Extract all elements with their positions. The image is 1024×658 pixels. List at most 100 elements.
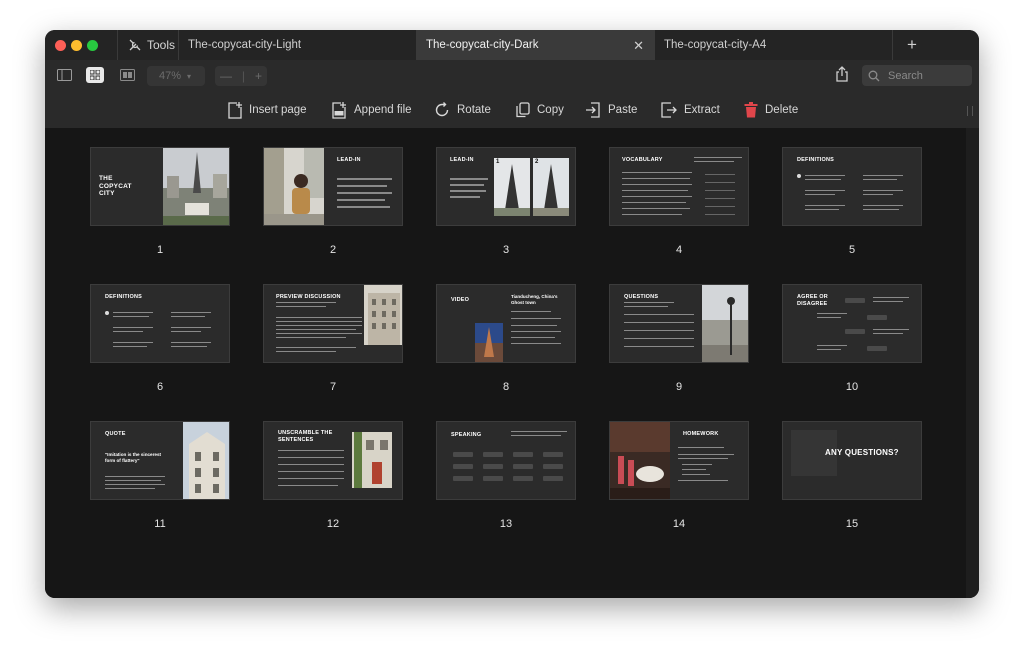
close-icon[interactable]: ✕	[633, 38, 644, 54]
rotate-icon	[435, 102, 449, 117]
slide-title: ANY QUESTIONS?	[825, 448, 899, 457]
rotate-button[interactable]: Rotate	[434, 101, 491, 119]
slide-title: PREVIEW DISCUSSION	[276, 294, 341, 300]
grid-view-button[interactable]	[86, 67, 104, 83]
sidebar-icon	[56, 69, 72, 81]
slide-title: QUOTE	[105, 431, 126, 437]
page-number: 5	[848, 244, 856, 256]
zoom-select[interactable]: 47% ▾	[147, 66, 205, 86]
scrollbar[interactable]	[966, 128, 979, 598]
page-thumbnail-4[interactable]: VOCABULARY	[609, 147, 749, 226]
append-file-label: Append file	[354, 104, 412, 116]
page-thumbnail-13[interactable]: SPEAKING	[436, 421, 576, 500]
tools-icon	[129, 39, 141, 51]
tab-label: The-copycat-city-Light	[188, 39, 302, 51]
page-thumbnail-10[interactable]: AGREE OR DISAGREE	[782, 284, 922, 363]
page-number: 7	[329, 381, 337, 393]
image-number-1: 1	[496, 159, 500, 165]
grid-icon	[90, 70, 100, 80]
sidebar-toggle-button[interactable]	[55, 67, 73, 83]
slide-title: LEAD-IN	[450, 157, 474, 163]
slide-title: UNSCRAMBLE THE SENTENCES	[278, 430, 333, 443]
zoom-window-button[interactable]	[87, 40, 98, 51]
extract-icon	[661, 102, 677, 118]
page-thumbnail-2[interactable]: LEAD-IN	[263, 147, 403, 226]
page-thumbnail-3[interactable]: LEAD-IN 1 2	[436, 147, 576, 226]
paste-button[interactable]: Paste	[585, 101, 637, 119]
append-pdf-icon	[332, 101, 346, 119]
page-number: 15	[845, 518, 859, 530]
page-thumbnail-8[interactable]: VIDEO Tianducheng, China's Ghost town	[436, 284, 576, 363]
video-thumbnail	[475, 323, 503, 362]
page-number: 13	[499, 518, 513, 530]
slide-title: AGREE OR DISAGREE	[797, 294, 828, 307]
tourist-photo	[264, 148, 324, 225]
append-file-button[interactable]: Append file	[332, 101, 412, 119]
search-field[interactable]	[862, 65, 972, 86]
zoom-divider: |	[241, 69, 246, 83]
minimize-window-button[interactable]	[71, 40, 82, 51]
toolbar-grip[interactable]	[967, 106, 973, 116]
page-view-button[interactable]	[118, 67, 136, 83]
page-thumbnail-9[interactable]: QUESTIONS	[609, 284, 749, 363]
page-number: 9	[675, 381, 683, 393]
tab-label: The-copycat-city-Dark	[426, 39, 539, 51]
slide-title: QUESTIONS	[624, 294, 659, 300]
copy-label: Copy	[537, 104, 564, 116]
page-number: 14	[672, 518, 686, 530]
page-thumbnail-14[interactable]: HOMEWORK	[609, 421, 749, 500]
page-number: 3	[502, 244, 510, 256]
share-icon	[836, 66, 848, 82]
page-number: 10	[845, 381, 859, 393]
zoom-stepper: — | +	[215, 66, 267, 86]
facade-photo	[183, 422, 229, 499]
cafe-photo	[610, 422, 670, 499]
slide-title: DEFINITIONS	[797, 157, 835, 163]
page-thumbnail-15[interactable]: ANY QUESTIONS?	[782, 421, 922, 500]
delete-button[interactable]: Delete	[744, 101, 798, 119]
tab-tools[interactable]: Tools	[117, 30, 179, 60]
page-thumbnail-12[interactable]: UNSCRAMBLE THE SENTENCES	[263, 421, 403, 500]
search-input[interactable]	[886, 68, 970, 83]
extract-label: Extract	[684, 104, 720, 116]
tab-a4[interactable]: The-copycat-city-A4	[655, 30, 893, 60]
zoom-in-button[interactable]: +	[255, 69, 262, 83]
building-photo	[364, 285, 402, 345]
image-number-2: 2	[535, 159, 539, 165]
slide-title: THE COPYCAT CITY	[99, 175, 132, 197]
video-heading: Tianducheng, China's Ghost town	[511, 294, 558, 305]
copy-icon	[516, 102, 530, 118]
page-thumbnail-5[interactable]: DEFINITIONS	[782, 147, 922, 226]
slide-title: VIDEO	[451, 297, 470, 303]
page-thumbnail-7[interactable]: PREVIEW DISCUSSION	[263, 284, 403, 363]
quote-text: "Imitation is the sincerest form of flat…	[105, 452, 162, 463]
page-thumbnail-6[interactable]: DEFINITIONS	[90, 284, 230, 363]
slide-title: SPEAKING	[451, 432, 482, 438]
tab-dark[interactable]: The-copycat-city-Dark ✕	[417, 30, 655, 60]
extract-button[interactable]: Extract	[661, 101, 720, 119]
page-number: 8	[502, 381, 510, 393]
tab-tools-label: Tools	[147, 38, 176, 52]
view-toolbar: 47% ▾ — | +	[45, 60, 979, 92]
tab-light[interactable]: The-copycat-city-Light	[179, 30, 417, 60]
paste-icon	[586, 102, 600, 118]
eiffel-photo	[163, 148, 229, 225]
copy-button[interactable]: Copy	[516, 101, 564, 119]
search-icon	[868, 70, 880, 81]
page-number: 4	[675, 244, 683, 256]
new-tab-button[interactable]: +	[897, 30, 927, 60]
street-lamp-photo	[702, 285, 748, 362]
door-photo	[352, 432, 392, 488]
close-window-button[interactable]	[55, 40, 66, 51]
insert-page-button[interactable]: Insert page	[228, 101, 307, 119]
page-number: 12	[326, 518, 340, 530]
slide-title: HOMEWORK	[683, 431, 719, 437]
paste-label: Paste	[608, 104, 638, 116]
rotate-label: Rotate	[457, 104, 491, 116]
share-button[interactable]	[835, 66, 851, 84]
page-thumbnail-1[interactable]: THE COPYCAT CITY	[90, 147, 230, 226]
two-page-icon	[119, 69, 135, 81]
app-window: Tools The-copycat-city-Light The-copycat…	[45, 30, 979, 598]
page-thumbnail-11[interactable]: QUOTE "Imitation is the sincerest form o…	[90, 421, 230, 500]
zoom-out-button[interactable]: —	[220, 69, 232, 83]
